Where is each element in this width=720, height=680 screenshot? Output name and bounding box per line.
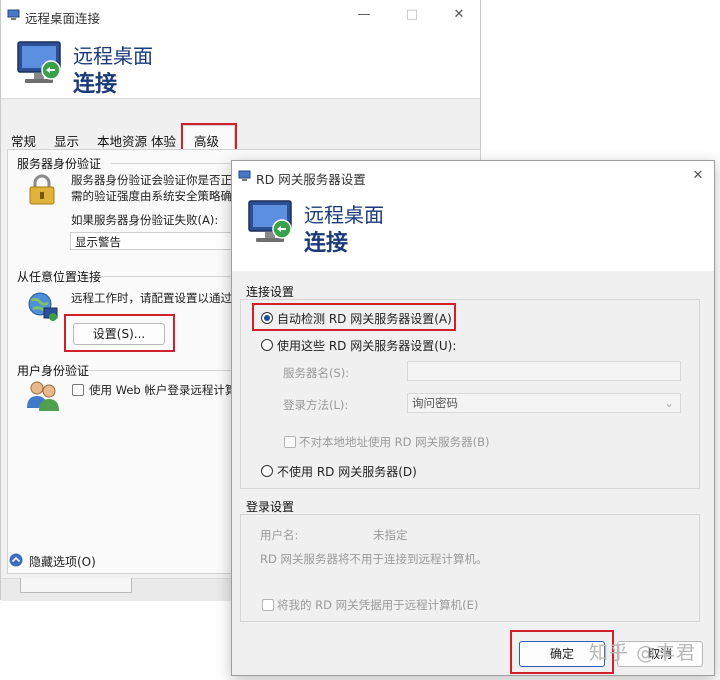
use-these-label: 使用这些 RD 网关服务器设置(U): — [277, 339, 457, 353]
login-method-value: 询问密码 — [412, 396, 458, 410]
network-globe-icon — [28, 292, 58, 321]
dialog-header-title: 远程桌面 — [304, 203, 384, 227]
users-icon — [27, 381, 59, 411]
login-method-label: 登录方法(L): — [283, 398, 349, 412]
rd-gateway-dialog: RD 网关服务器设置 ✕ 远程桌面 连接 连接设置 自动检测 RD 网关服务器设… — [231, 160, 715, 676]
server-name-input[interactable] — [407, 361, 681, 381]
no-gateway-label: 不使用 RD 网关服务器(D) — [277, 465, 417, 479]
dialog-title: RD 网关服务器设置 — [256, 172, 366, 187]
tab-general[interactable]: 常规 — [11, 131, 36, 150]
monitor-icon — [248, 200, 292, 242]
server-auth-desc-1: 服务器身份验证会验证你是否正在连 — [71, 173, 255, 187]
server-name-label: 服务器名(S): — [283, 366, 350, 380]
web-account-label: 使用 Web 帐户登录远程计算机 — [89, 383, 248, 397]
web-account-checkbox[interactable] — [72, 384, 84, 396]
close-icon[interactable]: ✕ — [448, 5, 470, 25]
no-gateway-radio[interactable] — [261, 465, 273, 477]
server-auth-fail-select[interactable]: 显示警告 — [70, 232, 235, 250]
watermark: 知乎 @丰君 — [589, 642, 697, 664]
server-auth-fail-label: 如果服务器身份验证失败(A): — [71, 213, 219, 227]
server-auth-desc-2: 需的验证强度由系统安全策略确定。 — [71, 189, 255, 203]
username-label: 用户名: — [260, 528, 299, 542]
lock-icon — [29, 174, 55, 205]
header-banner: 远程桌面 连接 — [1, 32, 480, 99]
auto-detect-label: 自动检测 RD 网关服务器设置(A) — [277, 312, 452, 326]
tab-experience[interactable]: 体验 — [151, 131, 176, 150]
maximize-icon[interactable]: □ — [401, 5, 423, 25]
remote-desktop-icon — [7, 9, 20, 20]
use-credentials-checkbox[interactable] — [262, 599, 274, 611]
connect-anywhere-group-title: 从任意位置连接 — [17, 270, 102, 284]
collapse-up-icon[interactable] — [9, 553, 23, 567]
tab-local-resources[interactable]: 本地资源 — [97, 131, 147, 150]
tab-display[interactable]: 显示 — [54, 131, 79, 150]
monitor-icon — [17, 41, 61, 83]
window-title: 远程桌面连接 — [25, 11, 101, 26]
user-auth-group-title: 用户身份验证 — [17, 364, 90, 378]
use-credentials-label: 将我的 RD 网关凭据用于远程计算机(E) — [277, 598, 479, 612]
username-value: 未指定 — [373, 528, 408, 542]
dialog-header-subtitle: 连接 — [304, 231, 349, 256]
dialog-title-bar: RD 网关服务器设置 ✕ — [232, 161, 714, 193]
tab-advanced[interactable]: 高级 — [194, 131, 219, 150]
dialog-body: 远程桌面 连接 连接设置 自动检测 RD 网关服务器设置(A) 使用这些 RD … — [232, 193, 714, 675]
login-settings-title: 登录设置 — [246, 500, 295, 514]
remote-desktop-icon — [238, 170, 251, 181]
auto-detect-radio[interactable] — [261, 312, 273, 324]
partial-button[interactable] — [20, 578, 132, 593]
bypass-local-label: 不对本地地址使用 RD 网关服务器(B) — [299, 435, 490, 449]
header-subtitle: 连接 — [73, 72, 118, 97]
dialog-close-icon[interactable]: ✕ — [687, 166, 709, 186]
use-these-radio[interactable] — [261, 339, 273, 351]
settings-button[interactable]: 设置(S)... — [73, 323, 165, 345]
connect-anywhere-desc: 远程工作时，请配置设置以通过远程 — [71, 291, 255, 305]
server-auth-group-title: 服务器身份验证 — [17, 157, 102, 171]
chevron-down-icon: ⌄ — [664, 396, 674, 410]
hide-options-link[interactable]: 隐藏选项(O) — [29, 553, 96, 570]
login-method-select[interactable]: 询问密码 ⌄ — [407, 393, 681, 413]
gateway-note: RD 网关服务器将不用于连接到远程计算机。 — [260, 552, 488, 566]
header-title: 远程桌面 — [73, 44, 153, 68]
bypass-local-checkbox[interactable] — [284, 436, 296, 448]
minimize-icon[interactable]: — — [353, 5, 375, 25]
title-bar: 远程桌面连接 — □ ✕ — [1, 0, 480, 32]
dialog-header-banner: 远程桌面 连接 — [232, 193, 714, 271]
connection-settings-title: 连接设置 — [246, 285, 295, 299]
